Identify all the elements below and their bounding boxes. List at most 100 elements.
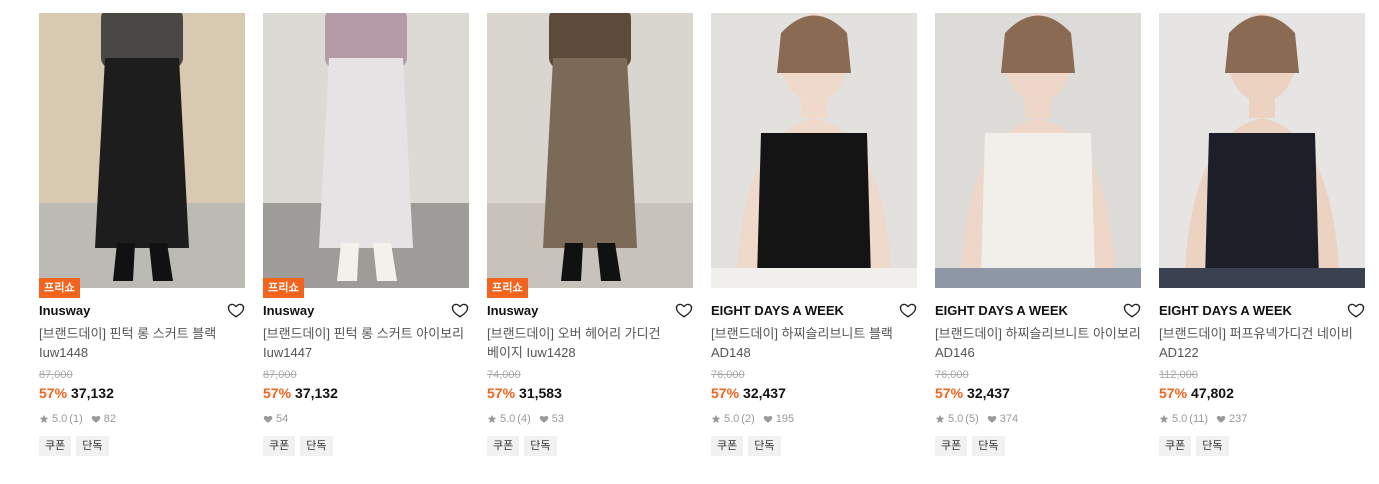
product-image[interactable] xyxy=(263,13,469,288)
product-card[interactable]: 프리쇼 Inusway [브랜드데이] 핀턱 롱 스커트 아이보리 Iuw1447 8… xyxy=(263,13,469,473)
wishlist-heart-icon[interactable] xyxy=(675,301,693,319)
discount-rate: 57% xyxy=(711,385,740,401)
brand-name[interactable]: EIGHT DAYS A WEEK xyxy=(1159,303,1292,318)
brand-name[interactable]: Inusway xyxy=(487,303,538,318)
star-icon xyxy=(1159,414,1169,424)
exclusive-tag: 단독 xyxy=(76,436,109,456)
coupon-tag: 쿠폰 xyxy=(711,436,744,456)
product-name[interactable]: [브랜드데이] 오버 헤어리 가디건 베이지 Iuw1428 xyxy=(487,324,693,362)
discount-rate: 57% xyxy=(39,385,68,401)
like-count: 54 xyxy=(276,413,289,425)
preshow-badge: 프리쇼 xyxy=(487,278,528,298)
wishlist-heart-icon[interactable] xyxy=(227,301,245,319)
product-image[interactable] xyxy=(1159,13,1365,288)
like-count: 53 xyxy=(551,413,564,425)
product-card[interactable]: EIGHT DAYS A WEEK [브랜드데이] 하찌슬리브니트 아이보리 AD… xyxy=(935,13,1141,473)
tag-list: 쿠폰 단독 xyxy=(39,436,109,456)
rating-value: 5.0 xyxy=(52,413,68,425)
wishlist-heart-icon[interactable] xyxy=(899,301,917,319)
rating-value: 5.0 xyxy=(1172,413,1188,425)
coupon-tag: 쿠폰 xyxy=(39,436,72,456)
exclusive-tag: 단독 xyxy=(524,436,557,456)
original-price: 87,000 xyxy=(39,369,73,381)
product-name[interactable]: [브랜드데이] 핀턱 롱 스커트 아이보리 Iuw1447 xyxy=(263,324,469,362)
coupon-tag: 쿠폰 xyxy=(1159,436,1192,456)
star-icon xyxy=(935,414,945,424)
discount-rate: 57% xyxy=(263,385,292,401)
rating-likes-row: 5.0 (2) 195 xyxy=(711,413,794,425)
likes-heart-icon xyxy=(763,414,773,424)
brand-name[interactable]: EIGHT DAYS A WEEK xyxy=(711,303,844,318)
product-image[interactable] xyxy=(935,13,1141,288)
star-icon xyxy=(487,414,497,424)
preshow-badge: 프리쇼 xyxy=(39,278,80,298)
like-count: 237 xyxy=(1229,413,1248,425)
wishlist-heart-icon[interactable] xyxy=(1347,301,1365,319)
like-count: 195 xyxy=(775,413,795,425)
tag-list: 쿠폰 단독 xyxy=(1159,436,1229,456)
price-row: 57% 37,132 xyxy=(263,385,338,401)
price-row: 57% 47,802 xyxy=(1159,385,1234,401)
preshow-badge: 프리쇼 xyxy=(263,278,304,298)
likes-heart-icon xyxy=(91,414,101,424)
rating-likes-row: 5.0 (11) 237 xyxy=(1159,413,1247,425)
price-row: 57% 32,437 xyxy=(935,385,1010,401)
rating-likes-row: 54 xyxy=(263,413,288,425)
coupon-tag: 쿠폰 xyxy=(935,436,968,456)
product-name[interactable]: [브랜드데이] 퍼프유넥가디건 네이비 AD122 xyxy=(1159,324,1365,362)
original-price: 87,000 xyxy=(263,369,297,381)
discount-rate: 57% xyxy=(935,385,964,401)
sale-price: 37,132 xyxy=(295,385,338,401)
sale-price: 47,802 xyxy=(1191,385,1234,401)
sale-price: 37,132 xyxy=(71,385,114,401)
star-icon xyxy=(39,414,49,424)
original-price: 76,000 xyxy=(711,369,745,381)
product-card[interactable]: 프리쇼 Inusway [브랜드데이] 핀턱 롱 스커트 블랙 Iuw1448 87,… xyxy=(39,13,245,473)
coupon-tag: 쿠폰 xyxy=(487,436,520,456)
original-price: 112,000 xyxy=(1159,369,1198,381)
product-name[interactable]: [브랜드데이] 핀턱 롱 스커트 블랙 Iuw1448 xyxy=(39,324,245,362)
exclusive-tag: 단독 xyxy=(748,436,781,456)
product-card[interactable]: EIGHT DAYS A WEEK [브랜드데이] 퍼프유넥가디건 네이비 AD1… xyxy=(1159,13,1365,473)
sale-price: 31,583 xyxy=(519,385,562,401)
review-count: (1) xyxy=(69,413,83,425)
like-count: 82 xyxy=(103,413,116,425)
exclusive-tag: 단독 xyxy=(300,436,333,456)
rating-likes-row: 5.0 (1) 82 xyxy=(39,413,116,425)
price-row: 57% 31,583 xyxy=(487,385,562,401)
discount-rate: 57% xyxy=(1159,385,1188,401)
exclusive-tag: 단독 xyxy=(972,436,1005,456)
sale-price: 32,437 xyxy=(743,385,786,401)
product-card[interactable]: EIGHT DAYS A WEEK [브랜드데이] 하찌슬리브니트 블랙 AD14… xyxy=(711,13,917,473)
review-count: (11) xyxy=(1189,413,1209,425)
rating-value: 5.0 xyxy=(500,413,516,425)
star-icon xyxy=(711,414,721,424)
product-name[interactable]: [브랜드데이] 하찌슬리브니트 블랙 AD148 xyxy=(711,324,917,362)
brand-name[interactable]: EIGHT DAYS A WEEK xyxy=(935,303,1068,318)
tag-list: 쿠폰 단독 xyxy=(711,436,781,456)
original-price: 74,000 xyxy=(487,369,521,381)
tag-list: 쿠폰 단독 xyxy=(935,436,1005,456)
brand-name[interactable]: Inusway xyxy=(39,303,90,318)
rating-likes-row: 5.0 (4) 53 xyxy=(487,413,564,425)
original-price: 76,000 xyxy=(935,369,969,381)
tag-list: 쿠폰 단독 xyxy=(263,436,333,456)
rating-value: 5.0 xyxy=(724,413,740,425)
product-card[interactable]: 프리쇼 Inusway [브랜드데이] 오버 헤어리 가디건 베이지 Iuw1428… xyxy=(487,13,693,473)
wishlist-heart-icon[interactable] xyxy=(451,301,469,319)
wishlist-heart-icon[interactable] xyxy=(1123,301,1141,319)
product-image[interactable] xyxy=(487,13,693,288)
brand-name[interactable]: Inusway xyxy=(263,303,314,318)
tag-list: 쿠폰 단독 xyxy=(487,436,557,456)
likes-heart-icon xyxy=(1216,414,1226,424)
rating-value: 5.0 xyxy=(948,413,964,425)
product-name[interactable]: [브랜드데이] 하찌슬리브니트 아이보리 AD146 xyxy=(935,324,1141,362)
discount-rate: 57% xyxy=(487,385,516,401)
price-row: 57% 32,437 xyxy=(711,385,786,401)
likes-heart-icon xyxy=(987,414,997,424)
sale-price: 32,437 xyxy=(967,385,1010,401)
review-count: (5) xyxy=(965,413,979,425)
likes-heart-icon xyxy=(539,414,549,424)
product-image[interactable] xyxy=(39,13,245,288)
product-image[interactable] xyxy=(711,13,917,288)
